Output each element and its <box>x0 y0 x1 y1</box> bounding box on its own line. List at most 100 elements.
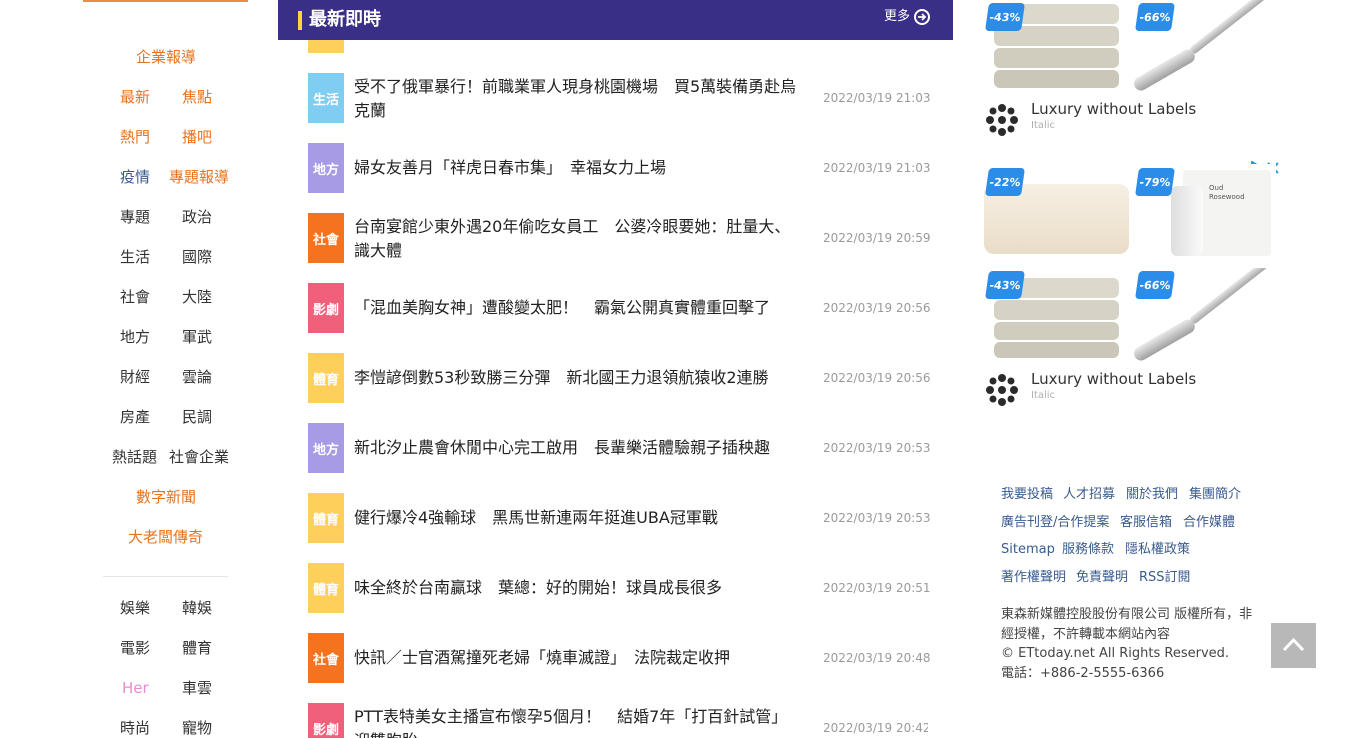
news-item[interactable]: 影劇 「混血美胸女神」遭酸變太肥！ 霸氣公開真實體重回擊了 2022/03/19… <box>308 283 931 333</box>
news-headline[interactable]: 受不了俄軍暴行！前職業軍人現身桃園機場 買5萬裝備勇赴烏克蘭 <box>354 75 799 123</box>
news-headline[interactable]: 味全終於台南贏球 葉總：好的開始！球員成長很多 <box>354 576 799 600</box>
sidebar-item-focus[interactable]: 焦點 <box>182 87 212 107</box>
brand-subtitle: Italic <box>1031 390 1056 401</box>
news-item[interactable]: 體育 健行爆冷4強輸球 黑馬世新連兩年挺進UBA冠軍戰 2022/03/19 2… <box>308 493 931 543</box>
sidebar-item-mainland[interactable]: 大陸 <box>182 287 212 307</box>
discount-badge: -79% <box>1135 168 1175 196</box>
footer-link-copyright[interactable]: 著作權聲明 <box>1001 570 1066 586</box>
ad-knife-tile[interactable]: -66% <box>1131 0 1276 92</box>
sidebar-item-latest[interactable]: 最新 <box>120 87 150 107</box>
sidebar-item-politics[interactable]: 政治 <box>182 207 212 227</box>
sidebar-item-finance[interactable]: 財經 <box>120 367 150 387</box>
towel-image-layer <box>994 322 1119 340</box>
sidebar-item-entertainment[interactable]: 娛樂 <box>120 598 150 618</box>
footer-link-terms[interactable]: 服務條款 <box>1062 542 1114 558</box>
towel-image-layer <box>994 342 1119 358</box>
sidebar-item-topics[interactable]: 專題 <box>120 207 150 227</box>
news-headline[interactable]: 李愷諺倒數53秒致勝三分彈 新北國王力退領航猿收2連勝 <box>354 366 799 390</box>
news-timestamp: 2022/03/19 20:48 <box>823 651 931 665</box>
footer-link-rss[interactable]: RSS訂閱 <box>1139 570 1191 586</box>
news-item[interactable]: 體育 李愷諺倒數53秒致勝三分彈 新北國王力退領航猿收2連勝 2022/03/1… <box>308 353 931 403</box>
more-link[interactable]: 更多 <box>884 8 931 26</box>
news-item[interactable]: 生活 受不了俄軍暴行！前職業軍人現身桃園機場 買5萬裝備勇赴烏克蘭 2022/0… <box>308 73 931 123</box>
news-headline[interactable]: 「混血美胸女神」遭酸變太肥！ 霸氣公開真實體重回擊了 <box>354 296 799 320</box>
ad-towel-tile[interactable]: -43% <box>984 268 1129 362</box>
sidebar-item-boss-legends[interactable]: 大老闆傳奇 <box>128 527 203 547</box>
sidebar-item-pets[interactable]: 寵物 <box>182 718 212 738</box>
sidebar-item-opinion[interactable]: 雲論 <box>182 367 212 387</box>
sidebar-item-military[interactable]: 軍武 <box>182 327 212 347</box>
sidebar-item-international[interactable]: 國際 <box>182 247 212 267</box>
sidebar-item-social-enterprise[interactable]: 社會企業 <box>169 447 229 467</box>
news-headline[interactable]: 台南宴館少東外遇20年偷吃女員工 公婆冷眼要她：肚量大、識大體 <box>354 215 799 263</box>
footer-link-privacy[interactable]: 隱私權政策 <box>1125 542 1190 558</box>
sidebar-item-local[interactable]: 地方 <box>120 327 150 347</box>
sidebar-item-her[interactable]: Her <box>122 678 149 698</box>
ad-candle-tile[interactable]: Oud Rosewood -79% <box>1131 164 1276 262</box>
footer-link-group[interactable]: 集團簡介 <box>1189 487 1241 503</box>
arrow-right-circle-icon <box>914 9 931 25</box>
news-headline[interactable]: 健行爆冷4強輸球 黑馬世新連兩年挺進UBA冠軍戰 <box>354 506 799 530</box>
news-headline[interactable]: PTT表特美女主播宣布懷孕5個月！ 結婚7年「打百針試管」迎雙胞胎 <box>354 705 799 738</box>
sidebar-item-epidemic[interactable]: 疫情 <box>120 167 150 187</box>
news-item[interactable]: 影劇 PTT表特美女主播宣布懷孕5個月！ 結婚7年「打百針試管」迎雙胞胎 202… <box>308 703 928 738</box>
sidebar-item-hot-topics[interactable]: 熱話題 <box>112 447 157 467</box>
ad-knife-tile[interactable]: -66% <box>1131 268 1276 362</box>
sidebar-item-special-report[interactable]: 專題報導 <box>169 167 229 187</box>
sidebar-item-poll[interactable]: 民調 <box>182 407 212 427</box>
news-timestamp: 2022/03/19 20:56 <box>823 371 931 385</box>
news-timestamp: 2022/03/19 20:53 <box>823 511 931 525</box>
sidebar-item-corporate[interactable]: 企業報導 <box>136 47 196 67</box>
sidebar-item-numbers-news[interactable]: 數字新聞 <box>136 487 196 507</box>
news-headline[interactable]: 快訊／士官酒駕撞死老婦「燒車滅證」 法院裁定收押 <box>354 646 799 670</box>
discount-badge: -22% <box>985 168 1025 196</box>
discount-badge: -66% <box>1135 3 1175 31</box>
sidebar-divider <box>103 576 228 577</box>
footer-link-careers[interactable]: 人才招募 <box>1063 487 1115 503</box>
sidebar-item-cars[interactable]: 車雲 <box>182 678 212 698</box>
sidebar-item-sports[interactable]: 體育 <box>182 638 212 658</box>
sidebar-item-broadcast[interactable]: 播吧 <box>182 127 212 147</box>
news-timestamp: 2022/03/19 20:42 <box>823 721 928 735</box>
news-item[interactable]: 體育 味全終於台南贏球 葉總：好的開始！球員成長很多 2022/03/19 20… <box>308 563 931 613</box>
category-tag: 體育 <box>308 563 344 613</box>
news-item[interactable]: 地方 婦女友善月「祥虎日春市集」 幸福女力上場 2022/03/19 21:03 <box>308 143 931 193</box>
footer-link-advertise[interactable]: 廣告刊登/合作提案 <box>1001 515 1109 531</box>
news-timestamp: 2022/03/19 20:51 <box>823 581 931 595</box>
candle-label: Oud Rosewood <box>1209 184 1245 201</box>
sidebar-item-life[interactable]: 生活 <box>120 247 150 267</box>
footer-link-partners[interactable]: 合作媒體 <box>1183 515 1235 531</box>
news-headline[interactable]: 新北汐止農會休閒中心完工啟用 長輩樂活體驗親子插秧趣 <box>354 436 799 460</box>
ad-towel-tile[interactable]: -43% <box>984 0 1129 92</box>
ad-blanket-tile[interactable]: -22% <box>984 164 1129 262</box>
news-timestamp: 2022/03/19 21:03 <box>823 161 931 175</box>
sidebar-item-hot[interactable]: 熱門 <box>120 127 150 147</box>
sidebar-item-society[interactable]: 社會 <box>120 287 150 307</box>
brand-name[interactable]: Luxury without Labels <box>1031 370 1196 388</box>
news-headline[interactable]: 婦女友善月「祥虎日春市集」 幸福女力上場 <box>354 156 799 180</box>
latest-news-header: 最新即時 更多 <box>278 0 953 40</box>
sidebar-item-korean-ent[interactable]: 韓娛 <box>182 598 212 618</box>
footer-link-service-mail[interactable]: 客服信箱 <box>1120 515 1172 531</box>
category-tag: 社會 <box>308 633 344 683</box>
ad-brand-row[interactable]: Luxury without Labels Italic <box>984 370 1264 410</box>
news-item[interactable]: 地方 新北汐止農會休閒中心完工啟用 長輩樂活體驗親子插秧趣 2022/03/19… <box>308 423 931 473</box>
category-tag: 生活 <box>308 73 344 123</box>
back-to-top-button[interactable] <box>1271 623 1316 668</box>
discount-badge: -43% <box>985 3 1025 31</box>
category-tag: 地方 <box>308 143 344 193</box>
news-timestamp: 2022/03/19 20:59 <box>823 231 931 245</box>
sidebar-item-movies[interactable]: 電影 <box>120 638 150 658</box>
news-item[interactable]: 社會 快訊／士官酒駕撞死老婦「燒車滅證」 法院裁定收押 2022/03/19 2… <box>308 633 931 683</box>
news-item[interactable]: 社會 台南宴館少東外遇20年偷吃女員工 公婆冷眼要她：肚量大、識大體 2022/… <box>308 213 931 263</box>
footer-link-disclaimer[interactable]: 免責聲明 <box>1076 570 1128 586</box>
sidebar-item-property[interactable]: 房產 <box>120 407 150 427</box>
footer-link-submit[interactable]: 我要投稿 <box>1001 487 1053 503</box>
category-tag-partial <box>308 40 344 53</box>
brand-name[interactable]: Luxury without Labels <box>1031 100 1196 118</box>
sidebar-item-fashion[interactable]: 時尚 <box>120 718 150 738</box>
footer-link-sitemap[interactable]: Sitemap <box>1001 542 1055 558</box>
ad-brand-row[interactable]: Luxury without Labels Italic <box>984 100 1264 140</box>
footer-link-about[interactable]: 關於我們 <box>1126 487 1178 503</box>
discount-badge: -66% <box>1135 271 1175 299</box>
